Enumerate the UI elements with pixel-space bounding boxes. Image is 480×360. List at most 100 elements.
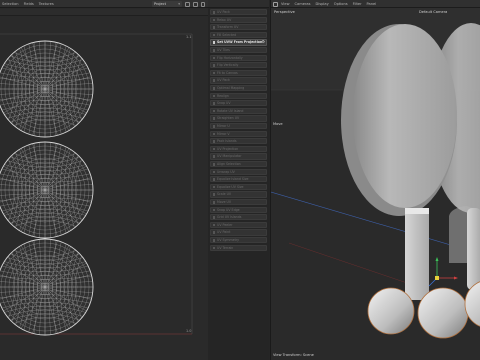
projection-dropdown[interactable]: Project ▾ <box>152 1 182 7</box>
checkbox-icon[interactable] <box>212 71 216 75</box>
checkbox-icon[interactable] <box>212 109 216 113</box>
checkbox-icon[interactable] <box>212 185 216 189</box>
checkbox-icon[interactable] <box>212 49 216 52</box>
command-item[interactable]: Transform UV <box>210 24 267 31</box>
uv-island-middle[interactable] <box>0 141 94 239</box>
command-item[interactable]: Unwrap UV <box>210 168 267 175</box>
3d-viewport[interactable]: View Cameras Display Options Filter Pane… <box>270 0 480 360</box>
uv-canvas[interactable]: 1.1 1.0 <box>0 16 208 360</box>
checkbox-icon[interactable] <box>212 64 216 67</box>
command-item-label: Align Selection <box>217 162 241 166</box>
ball-left[interactable] <box>367 287 415 335</box>
checkbox-icon[interactable] <box>212 246 216 250</box>
command-item[interactable]: Mirror U <box>210 123 267 130</box>
command-item[interactable]: UV Terrain <box>210 244 267 251</box>
expand-icon[interactable] <box>201 1 205 7</box>
checkbox-icon[interactable] <box>212 132 216 136</box>
checkbox-icon[interactable] <box>212 102 216 105</box>
checkbox-icon[interactable] <box>212 193 216 196</box>
command-item[interactable]: Flip Horizontally <box>210 54 267 61</box>
command-item[interactable]: Straighten UV <box>210 115 267 122</box>
command-item[interactable]: Set UVW From Projection ⚙ <box>210 39 267 46</box>
checkbox-icon[interactable] <box>212 11 216 14</box>
command-item[interactable]: Align Selection <box>210 161 267 168</box>
command-item[interactable]: Grid UV Islands <box>210 214 267 221</box>
paddle-handle-right[interactable] <box>467 208 480 290</box>
command-item[interactable]: UV Manipulator <box>210 153 267 160</box>
command-item[interactable]: UV Paint <box>210 229 267 236</box>
viewport-mode-icon[interactable] <box>273 1 278 7</box>
checkbox-icon[interactable] <box>212 26 216 29</box>
command-item[interactable]: UV Symmetry <box>210 237 267 244</box>
checkbox-icon[interactable] <box>212 56 216 60</box>
command-item[interactable]: Move UV <box>210 199 267 206</box>
checkbox-icon[interactable] <box>212 201 216 204</box>
viewport-menu-cameras[interactable]: Cameras <box>295 2 311 6</box>
lock-icon[interactable] <box>185 1 190 7</box>
viewport-menubar: View Cameras Display Options Filter Pane… <box>271 0 480 8</box>
command-item[interactable]: Snap UV Edge <box>210 206 267 213</box>
viewport-menu-filter[interactable]: Filter <box>353 2 362 6</box>
checkbox-icon[interactable] <box>212 208 216 212</box>
checkbox-icon[interactable] <box>212 41 216 44</box>
viewport-menu-view[interactable]: View <box>281 2 290 6</box>
command-item-label: Straighten UV <box>217 116 240 121</box>
command-item[interactable]: Snap UV <box>210 100 267 107</box>
uv-menu-textures[interactable]: Textures <box>39 2 54 6</box>
checkbox-icon[interactable] <box>212 125 216 128</box>
checkbox-icon[interactable] <box>212 94 216 98</box>
command-item[interactable]: Equalize UV Size <box>210 183 267 190</box>
paddle-handle-left[interactable] <box>405 208 429 300</box>
command-item[interactable]: Mirror V <box>210 130 267 137</box>
uv-subtoolbar <box>0 9 208 16</box>
viewport-menu-panel[interactable]: Panel <box>367 2 377 6</box>
checkbox-icon[interactable] <box>212 170 216 174</box>
viewport-scene[interactable] <box>271 8 480 360</box>
command-item[interactable]: Pack Islands <box>210 138 267 145</box>
checkbox-icon[interactable] <box>212 216 216 219</box>
command-item[interactable]: Optimal Mapping <box>210 85 267 92</box>
command-item[interactable]: Realign <box>210 92 267 99</box>
command-item[interactable]: Fit to Canvas <box>210 69 267 76</box>
command-item[interactable]: UV Pack <box>210 9 267 16</box>
uv-menu-fields[interactable]: Fields <box>24 2 34 6</box>
checkbox-icon[interactable] <box>212 178 216 181</box>
command-item[interactable]: Scale UV <box>210 191 267 198</box>
viewport-footer-label: View Transform: Scene <box>273 353 314 357</box>
paddle-front[interactable] <box>341 24 457 216</box>
checkbox-icon[interactable] <box>212 117 216 120</box>
checkbox-icon[interactable] <box>212 87 216 90</box>
viewport-menu-options[interactable]: Options <box>334 2 348 6</box>
command-item[interactable]: Equalize Island Size <box>210 176 267 183</box>
checkbox-icon[interactable] <box>212 239 216 242</box>
command-item-label: Flip Horizontally <box>217 55 243 60</box>
gear-icon[interactable]: ⚙ <box>261 40 265 44</box>
command-item-label: Fill Selected <box>217 32 237 37</box>
command-item[interactable]: UV Projection <box>210 145 267 152</box>
command-item[interactable]: UV Peeler <box>210 221 267 228</box>
command-item[interactable]: UV Pack <box>210 77 267 84</box>
checkbox-icon[interactable] <box>212 163 216 166</box>
checkbox-icon[interactable] <box>212 140 216 143</box>
checkbox-icon[interactable] <box>212 33 216 37</box>
checkbox-icon[interactable] <box>212 18 216 22</box>
ball-middle[interactable] <box>417 287 469 339</box>
command-item-label: Snap UV Edge <box>217 207 240 212</box>
checkbox-icon[interactable] <box>212 223 216 227</box>
viewport-menu-display[interactable]: Display <box>316 2 329 6</box>
command-item[interactable]: Fill Selected <box>210 31 267 38</box>
link-icon[interactable] <box>193 1 198 7</box>
command-item[interactable]: Rotate UV Island <box>210 107 267 114</box>
uv-island-top[interactable] <box>0 40 94 138</box>
checkbox-icon[interactable] <box>212 147 216 151</box>
command-item[interactable]: Flip Vertically <box>210 62 267 69</box>
uv-menu-selection[interactable]: Selection <box>2 2 19 6</box>
command-item[interactable]: Relax UV <box>210 16 267 23</box>
uv-island-bottom[interactable] <box>0 238 94 336</box>
uv-menubar: Selection Fields Textures Project ▾ <box>0 0 208 8</box>
checkbox-icon[interactable] <box>212 231 216 234</box>
checkbox-icon[interactable] <box>212 155 216 158</box>
viewport-camera-label[interactable]: Default Camera <box>419 10 447 14</box>
checkbox-icon[interactable] <box>212 79 216 82</box>
command-item[interactable]: UV Tiles <box>210 47 267 54</box>
